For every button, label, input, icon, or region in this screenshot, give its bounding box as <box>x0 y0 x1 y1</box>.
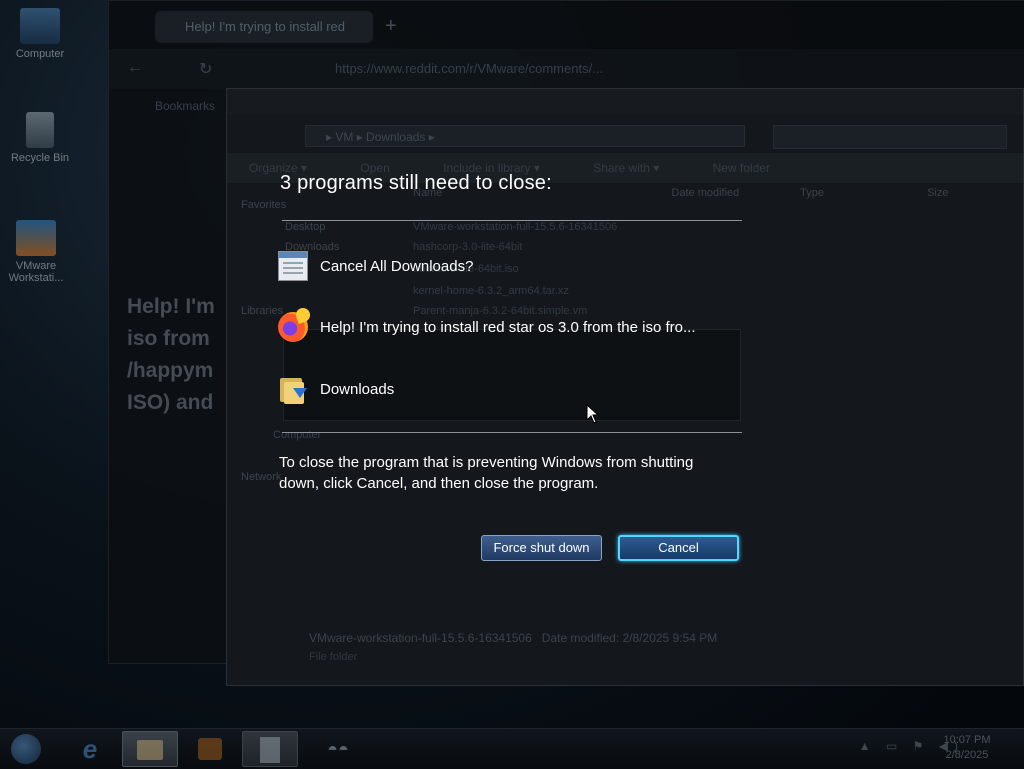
cancel-button[interactable]: Cancel <box>618 535 739 561</box>
dialog-heading: 3 programs still need to close: <box>280 172 552 194</box>
blocking-program-item: Downloads <box>278 373 394 405</box>
start-button[interactable] <box>4 731 48 767</box>
clock-time: 10:07 PM <box>943 734 991 746</box>
windows-orb-icon <box>11 734 41 764</box>
taskbar-file-explorer[interactable] <box>122 731 178 767</box>
blocking-program-item: Cancel All Downloads? <box>278 250 473 282</box>
shutdown-blocker-dialog: 3 programs still need to close: Cancel A… <box>0 0 1024 768</box>
taskbar-clock[interactable]: 10:07 PM 2/8/2025 <box>932 733 1002 763</box>
program-label: Help! I'm trying to install red star os … <box>320 318 696 336</box>
folder-icon <box>137 740 163 760</box>
folder-downloads-icon <box>278 374 308 404</box>
dialog-message: To close the program that is preventing … <box>279 454 694 492</box>
clock-date: 2/8/2025 <box>945 749 989 761</box>
taskbar-incognito[interactable]: ◓◓ <box>310 731 366 767</box>
program-label: Downloads <box>320 380 395 398</box>
taskbar-document[interactable] <box>242 731 298 767</box>
internet-explorer-icon: e <box>82 734 98 764</box>
divider <box>282 220 742 221</box>
document-icon <box>260 737 280 763</box>
force-shut-down-button[interactable]: Force shut down <box>481 535 602 561</box>
incognito-icon: ◓◓ <box>327 739 349 759</box>
taskbar-media-player[interactable] <box>182 731 238 767</box>
blocking-program-item: Help! I'm trying to install red star os … <box>278 311 696 343</box>
divider <box>282 432 742 433</box>
program-label: Cancel All Downloads? <box>320 257 474 275</box>
media-player-icon <box>198 738 222 760</box>
downloads-window-icon <box>278 251 308 281</box>
taskbar: e ◓◓ ▲ ▭ ⚑ ◀) 10:07 PM 2/8/2025 <box>0 728 1024 769</box>
firefox-icon <box>278 312 308 342</box>
taskbar-internet-explorer[interactable]: e <box>62 731 118 767</box>
